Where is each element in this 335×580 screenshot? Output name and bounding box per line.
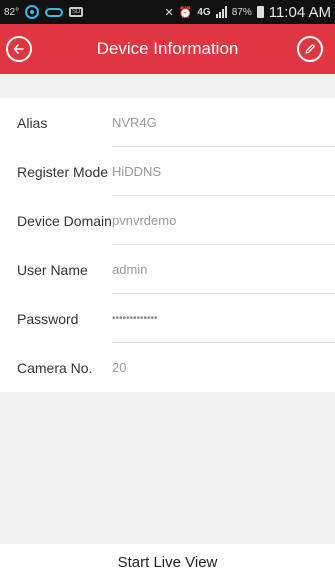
user-name-row[interactable]: User Name admin (0, 245, 335, 294)
user-name-label: User Name (17, 261, 88, 278)
device-domain-label: Device Domain (17, 212, 112, 229)
password-row[interactable]: Password ••••••••••••• (0, 294, 335, 343)
battery-percent: 87% (231, 6, 252, 18)
status-time: 11:04 AM (268, 3, 331, 21)
signal-strength-icon (215, 6, 227, 18)
camera-no-row[interactable]: Camera No. 20 (0, 343, 335, 392)
network-type-icon: 4G (197, 6, 211, 18)
storage-icon: SD (69, 7, 84, 17)
app-header: Device Information (0, 24, 335, 74)
register-mode-row[interactable]: Register Mode HiDDNS (0, 147, 335, 196)
status-bar: 82° SD ✕ ⏰ 4G 87% 11:04 AM (0, 0, 335, 24)
camera-no-value: 20 (112, 360, 127, 375)
empty-area (0, 392, 335, 544)
register-mode-value: HiDDNS (112, 164, 162, 179)
voicemail-icon (45, 7, 64, 17)
register-mode-label: Register Mode (17, 163, 109, 180)
alias-label: Alias (17, 114, 48, 131)
user-name-value: admin (112, 262, 148, 277)
start-live-view-button[interactable]: Start Live View (0, 544, 335, 580)
password-label: Password (17, 310, 79, 327)
notification-circle-icon (25, 5, 40, 19)
camera-no-label: Camera No. (17, 359, 93, 376)
page-title: Device Information (96, 39, 239, 58)
section-spacer (0, 74, 335, 98)
alias-row[interactable]: Alias NVR4G (0, 98, 335, 147)
back-button[interactable] (6, 36, 32, 62)
battery-icon (256, 6, 264, 18)
device-domain-value: pvnvrdemo (112, 213, 177, 228)
pencil-edit-icon (305, 44, 315, 54)
password-value: ••••••••••••• (112, 313, 158, 324)
device-info-list: Alias NVR4G Register Mode HiDDNS Device … (0, 98, 335, 392)
back-circle-arrow-icon (13, 44, 24, 54)
edit-button[interactable] (297, 36, 323, 62)
device-domain-row[interactable]: Device Domain pvnvrdemo (0, 196, 335, 245)
temperature-text: 82° (4, 6, 20, 18)
alarm-icon: ⏰ (178, 6, 193, 19)
alias-value: NVR4G (112, 115, 157, 130)
mute-icon: ✕ (164, 6, 174, 19)
